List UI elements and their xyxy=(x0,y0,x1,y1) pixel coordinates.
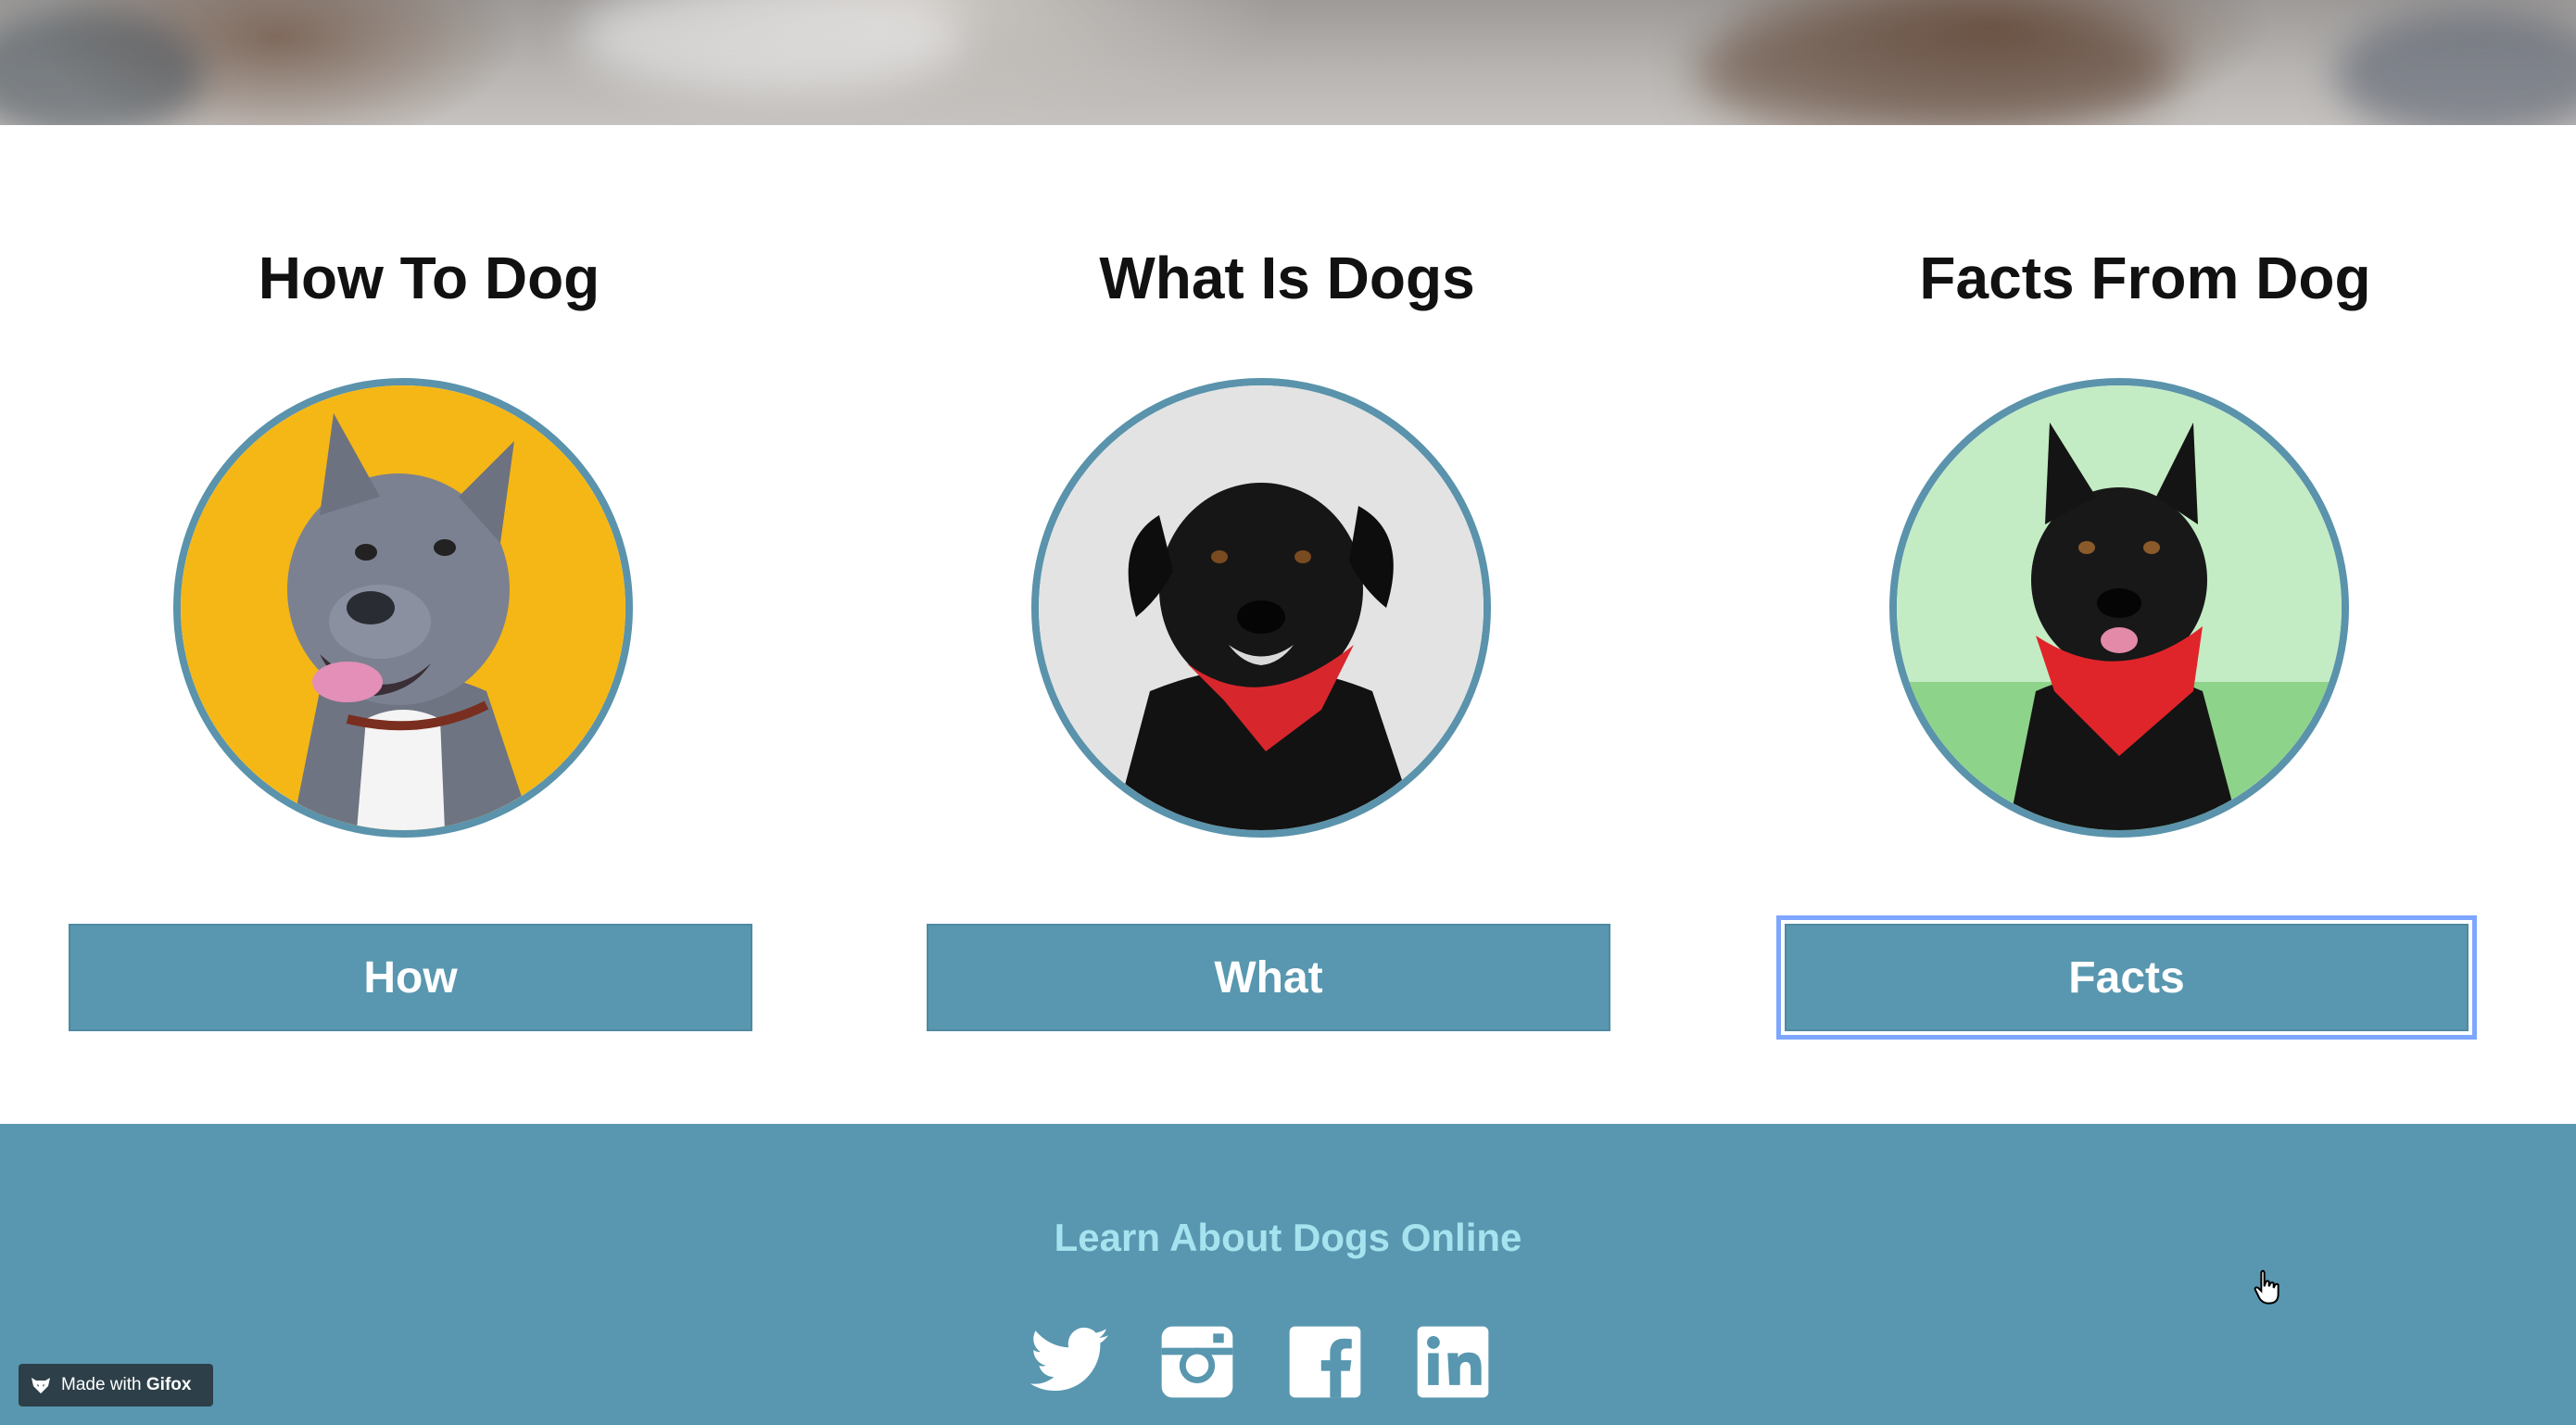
hand-cursor-icon xyxy=(2254,1269,2279,1305)
dog-photo xyxy=(1889,378,2349,838)
twitter-icon[interactable] xyxy=(1027,1319,1112,1405)
badge-prefix: Made with xyxy=(61,1375,142,1394)
fox-icon xyxy=(32,1378,50,1393)
instagram-icon[interactable] xyxy=(1155,1319,1240,1405)
how-button[interactable]: How xyxy=(69,924,752,1031)
what-button[interactable]: What xyxy=(927,924,1610,1031)
hero-banner xyxy=(0,0,2576,125)
footer-title: Learn About Dogs Online xyxy=(1054,1216,1522,1259)
dog-photo xyxy=(173,378,633,838)
card-title: What Is Dogs xyxy=(1099,245,1475,311)
card-title: Facts From Dog xyxy=(1919,245,2371,311)
badge-brand: Gifox xyxy=(145,1375,192,1394)
card-title: How To Dog xyxy=(258,245,600,311)
dog-photo xyxy=(1031,378,1491,838)
linkedin-icon[interactable] xyxy=(1410,1319,1496,1405)
facts-button[interactable]: Facts xyxy=(1776,915,2477,1040)
facebook-icon[interactable] xyxy=(1282,1319,1368,1405)
gifox-badge: Made with Gifox xyxy=(19,1364,213,1406)
social-links xyxy=(1027,1319,1496,1405)
